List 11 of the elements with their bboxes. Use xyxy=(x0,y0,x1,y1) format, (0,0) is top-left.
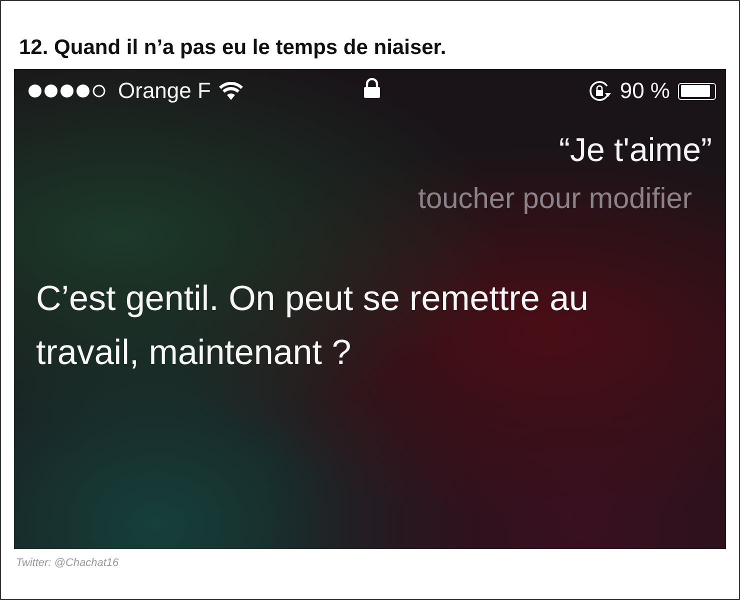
rotation-lock-icon xyxy=(588,80,612,102)
battery-icon xyxy=(678,82,716,100)
image-credit: Twitter: @Chachat16 xyxy=(16,557,120,569)
lock-icon xyxy=(363,78,381,98)
carrier-name: Orange F xyxy=(118,78,211,104)
wifi-icon xyxy=(218,82,243,100)
battery-percentage: 90 % xyxy=(620,78,670,104)
siri-answer: C’est gentil. On peut se remettre au travail, maintenant ? xyxy=(36,278,590,374)
article-heading: 12. Quand il n’a pas eu le temps de niaiser. xyxy=(19,35,448,61)
edit-hint[interactable]: toucher pour modifier xyxy=(418,183,692,216)
spoken-query: “Je t'aime” xyxy=(559,131,712,169)
